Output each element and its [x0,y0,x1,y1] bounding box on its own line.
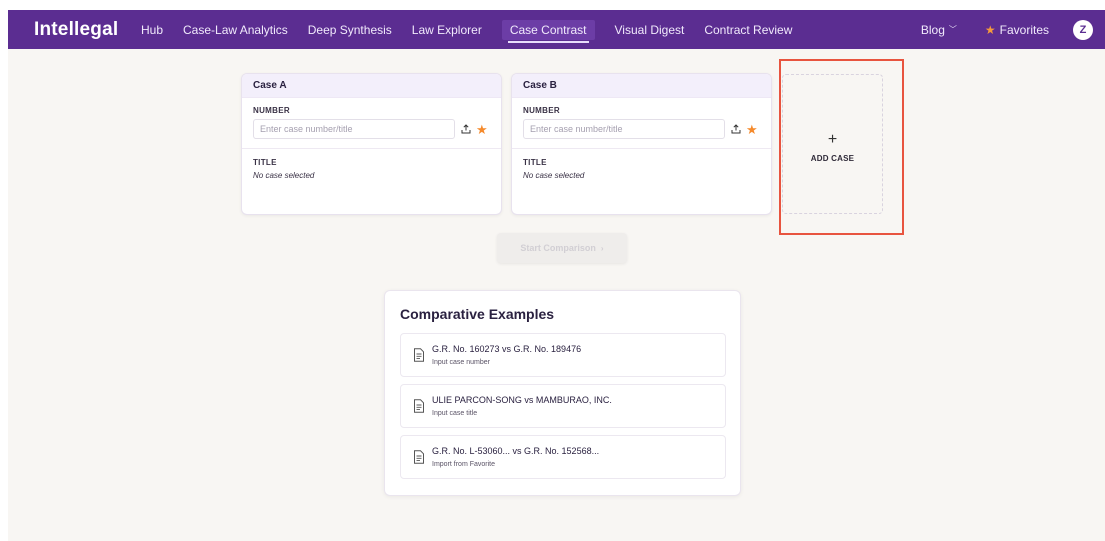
examples-title: Comparative Examples [400,306,555,322]
chevron-down-icon: ﹀ [948,25,957,34]
document-icon [414,450,424,464]
favorite-star-icon[interactable]: ★ [476,123,488,136]
divider [512,148,771,149]
number-label: NUMBER [523,106,560,115]
case-title-value: No case selected [253,171,315,180]
example-subtitle: Input case number [432,359,490,366]
case-card-a: Case A NUMBER ★ TITLE No case selected [241,73,502,215]
nav-right: Blog ﹀ ★ Favorites Z [921,10,1093,49]
example-title: ULIE PARCON-SONG vs MAMBURAO, INC. [432,395,612,405]
case-number-input[interactable] [253,119,455,139]
highlight-box [779,59,904,235]
nav-link-case-contrast[interactable]: Case Contrast [501,19,595,43]
title-label: TITLE [523,158,547,167]
number-label: NUMBER [253,106,290,115]
case-number-input[interactable] [523,119,725,139]
brand-logo[interactable]: Intellegal [34,19,118,41]
example-item[interactable]: G.R. No. L-53060... vs G.R. No. 152568..… [400,435,726,479]
nav-link-contract-review[interactable]: Contract Review [704,21,792,39]
example-title: G.R. No. 160273 vs G.R. No. 189476 [432,344,582,354]
blog-label: Blog [920,22,945,37]
example-subtitle: Input case title [432,410,478,417]
example-item[interactable]: G.R. No. 160273 vs G.R. No. 189476 Input… [400,333,726,377]
blog-menu[interactable]: Blog ﹀ [921,23,957,37]
favorites-link[interactable]: ★ Favorites [985,23,1049,37]
divider [242,148,501,149]
favorite-star-icon[interactable]: ★ [746,123,758,136]
star-icon: ★ [984,22,996,37]
document-icon [414,348,424,362]
nav-link-law-explorer[interactable]: Law Explorer [412,21,482,39]
case-heading: Case A [242,74,501,98]
document-icon [414,399,424,413]
chevron-right-icon: › [600,243,604,253]
example-title: G.R. No. L-53060... vs G.R. No. 152568..… [432,446,600,456]
top-nav: Intellegal Hub Case-Law Analytics Deep S… [8,10,1105,49]
nav-link-deep-synthesis[interactable]: Deep Synthesis [308,21,392,39]
favorites-label: Favorites [999,22,1049,37]
app-frame: Intellegal Hub Case-Law Analytics Deep S… [8,10,1105,541]
nav-link-hub[interactable]: Hub [141,21,163,39]
nav-links: Hub Case-Law Analytics Deep Synthesis La… [141,10,812,49]
nav-link-visual-digest[interactable]: Visual Digest [615,21,685,39]
avatar[interactable]: Z [1073,19,1093,40]
upload-icon[interactable] [731,124,741,134]
start-comparison-label: Start Comparison [520,243,596,253]
title-label: TITLE [253,158,277,167]
case-card-b: Case B NUMBER ★ TITLE No case selected [511,73,772,215]
comparative-examples-panel: Comparative Examples G.R. No. 160273 vs … [384,290,741,496]
example-item[interactable]: ULIE PARCON-SONG vs MAMBURAO, INC. Input… [400,384,726,428]
case-title-value: No case selected [523,171,585,180]
start-comparison-button[interactable]: Start Comparison › [497,233,627,263]
nav-link-case-law-analytics[interactable]: Case-Law Analytics [183,21,288,39]
number-row: ★ [253,119,490,139]
upload-icon[interactable] [461,124,471,134]
example-subtitle: Import from Favorite [432,461,496,468]
case-heading: Case B [512,74,771,98]
number-row: ★ [523,119,760,139]
